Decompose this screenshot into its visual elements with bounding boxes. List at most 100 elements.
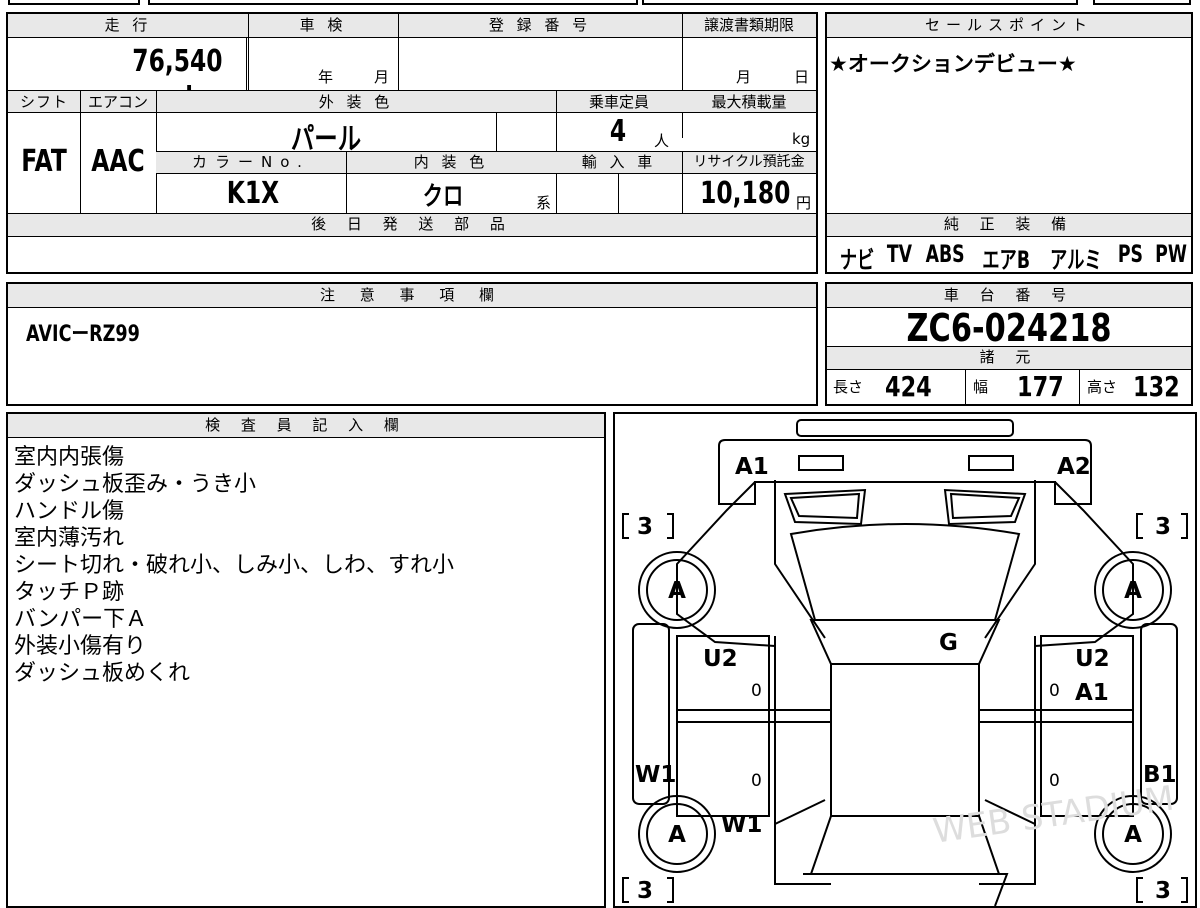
equipment-item: PW (1155, 240, 1187, 268)
tire-mark: 3 (637, 878, 653, 904)
later-parts-header: 後 日 発 送 部 品 (311, 215, 513, 233)
top-strip-cell (8, 0, 140, 5)
inspector-header: 検 査 員 記 入 欄 (8, 414, 604, 438)
remark-line: 室内薄汚れ (14, 526, 125, 551)
equipment-item: エアB (982, 246, 1031, 274)
top-strip-cell (642, 0, 1078, 5)
remarks-list: 室内内張傷 ダッシュ板歪み・うき小 ハンドル傷 室内薄汚れ シート切れ・破れ小、… (14, 444, 454, 687)
equipment-item: TV (886, 240, 913, 268)
notes-text: AVICーRZ99 (26, 322, 140, 347)
shift-header: シフト (19, 93, 68, 111)
max-load-header: 最大積載量 (711, 93, 787, 111)
remark-line: タッチＰ跡 (14, 580, 125, 605)
car-outline-svg: WEB STADIUM A1 A2 3 3 3 3 A A A A G U2 U… (622, 419, 1188, 906)
wheel-mark: A (1124, 822, 1142, 848)
tire-mark: 3 (1155, 514, 1171, 540)
car-damage-diagram: WEB STADIUM A1 A2 3 3 3 3 A A A A G U2 U… (613, 412, 1197, 908)
remark-line: シート切れ・破れ小、しみ小、しわ、すれ小 (14, 553, 455, 578)
capacity-unit: 人 (654, 132, 670, 150)
registration-header: 登 録 番 号 (488, 16, 592, 34)
damage-mark: A1 (1075, 680, 1109, 706)
height-value: 132 (1133, 370, 1180, 403)
interior-color-header: 内 装 色 (413, 153, 489, 171)
wheel-mark: A (668, 578, 686, 604)
tire-mark: 3 (637, 514, 653, 540)
damage-mark: U2 (1075, 646, 1110, 672)
divider (682, 151, 683, 213)
color-no-header: カラーNo. (192, 153, 310, 171)
notes-header: 注 意 事 項 欄 (8, 284, 816, 308)
recycle-fee-unit: 円 (796, 194, 812, 212)
exterior-color-header: 外 装 色 (318, 93, 394, 111)
remark-line: 外装小傷有り (14, 634, 147, 659)
divider (1079, 370, 1080, 404)
equipment-item: アルミ (1050, 246, 1102, 274)
deadline-month-label: 月 (736, 68, 752, 86)
top-strip-cell (148, 0, 638, 5)
notes-panel: 注 意 事 項 欄 AVICーRZ99 (6, 282, 818, 406)
chassis-number-value: ZC6-024218 (906, 306, 1112, 350)
remark-line: ダッシュ板歪み・うき小 (14, 472, 257, 497)
remark-line: ダッシュ板めくれ (14, 661, 191, 686)
damage-mark: 0 (751, 771, 762, 791)
specs-header: 諸 元 (979, 348, 1039, 366)
transfer-deadline-header: 譲渡書類期限 (703, 16, 794, 34)
damage-mark: 0 (751, 681, 762, 701)
vehicle-info-table: 走 行 車 検 登 録 番 号 譲渡書類期限 76,540 km 年 月 月 日… (6, 12, 818, 274)
shift-value: FAT (21, 144, 67, 179)
chassis-panel: 車 台 番 号 ZC6-024218 諸 元 長さ 424 幅 177 高さ 1… (825, 282, 1193, 406)
height-label: 高さ (1087, 378, 1118, 396)
recycle-fee-value: 10,180 (700, 176, 791, 211)
genuine-equipment-header: 純 正 装 備 (943, 215, 1075, 233)
length-value: 424 (885, 370, 932, 403)
length-label: 長さ (833, 378, 864, 396)
color-no-value: K1X (226, 176, 280, 211)
width-label: 幅 (973, 378, 989, 396)
damage-mark: A2 (1057, 454, 1091, 480)
divider (965, 370, 966, 404)
sales-point-panel: セールスポイント ★オークションデビュー★ 純 正 装 備 ナビ TV ABS … (825, 12, 1193, 274)
equipment-list: ナビ TV ABS エアB アルミ PS PW (833, 240, 1193, 274)
inspector-panel: 検 査 員 記 入 欄 室内内張傷 ダッシュ板歪み・うき小 ハンドル傷 室内薄汚… (6, 412, 606, 908)
equipment-item: PS (1117, 240, 1144, 268)
remark-line: ハンドル傷 (14, 499, 125, 524)
inspection-year-label: 年 (318, 68, 334, 86)
divider (246, 38, 252, 90)
equipment-item: ABS (925, 240, 965, 268)
capacity-value: 4 (609, 114, 627, 149)
chassis-number-header: 車 台 番 号 (827, 284, 1191, 308)
equipment-item: ナビ (839, 246, 875, 274)
mileage-header: 走 行 (104, 16, 152, 34)
damage-mark: 0 (1049, 681, 1060, 701)
damage-mark: W1 (635, 762, 676, 788)
wheel-mark: A (668, 822, 686, 848)
remark-line: バンパー下Ａ (14, 607, 148, 632)
remark-line: 室内内張傷 (14, 445, 125, 470)
interior-suffix: 系 (536, 194, 552, 212)
capacity-header: 乗車定員 (588, 93, 649, 111)
import-header: 輸 入 車 (581, 153, 657, 171)
inspection-header: 車 検 (299, 16, 347, 34)
top-strip-cell (1093, 0, 1191, 5)
divider (682, 14, 683, 138)
damage-mark: U2 (703, 646, 738, 672)
damage-mark: 0 (1049, 771, 1060, 791)
tire-mark: 3 (1155, 878, 1171, 904)
load-unit: kg (792, 130, 811, 148)
divider (80, 91, 81, 213)
inspection-month-label: 月 (374, 68, 390, 86)
divider (618, 174, 619, 213)
aircon-value: AAC (91, 144, 145, 179)
damage-mark: A1 (735, 454, 769, 480)
damage-mark: B1 (1143, 762, 1177, 788)
aircon-header: エアコン (87, 93, 148, 111)
deadline-day-label: 日 (794, 68, 810, 86)
sales-point-header: セールスポイント (827, 14, 1191, 38)
sales-point-text: ★オークションデビュー★ (829, 52, 1077, 76)
damage-mark: W1 (721, 812, 762, 838)
recycle-fee-header: リサイクル預託金 (693, 154, 805, 170)
width-value: 177 (1017, 370, 1064, 403)
divider (398, 14, 399, 90)
wheel-mark: A (1124, 578, 1142, 604)
interior-color-value: クロ (422, 182, 464, 212)
